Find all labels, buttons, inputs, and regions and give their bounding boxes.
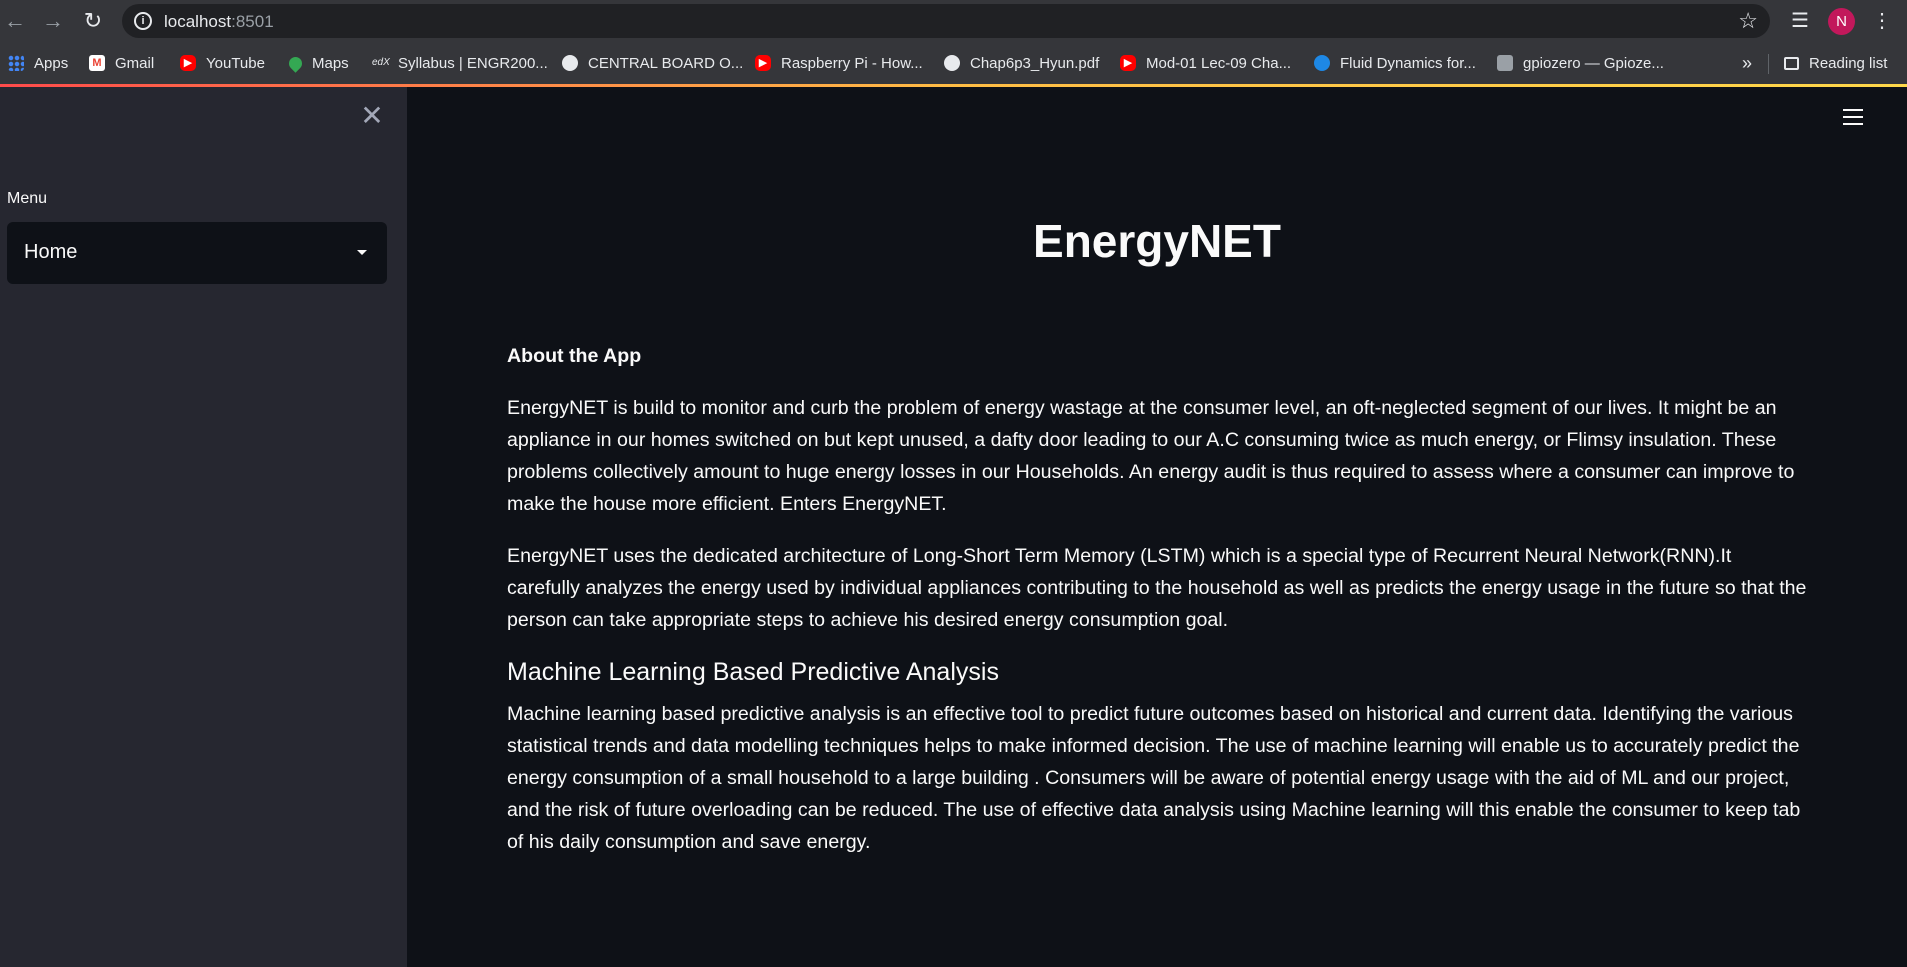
media-queue-icon[interactable]: ☰ [1785,6,1815,36]
bookmark-mod01[interactable]: ▶ Mod-01 Lec-09 Cha... [1120,50,1291,76]
ml-paragraph: Machine learning based predictive analys… [507,703,1801,853]
globe-icon [944,55,960,71]
apps-icon [8,55,24,71]
bookmark-fluid-dynamics[interactable]: Fluid Dynamics for... [1314,50,1476,76]
bookmark-syllabus[interactable]: edX Syllabus | ENGR200... [372,50,548,76]
edx-icon: edX [372,57,390,68]
bookmarks-divider [1768,54,1769,74]
gpiozero-icon [1497,55,1513,71]
hamburger-menu-icon[interactable] [1843,109,1863,125]
menu-label: Menu [7,190,48,207]
browser-menu-icon[interactable]: ⋮ [1868,6,1896,36]
chevron-down-icon [357,250,367,255]
bookmark-chap6p3[interactable]: Chap6p3_Hyun.pdf [944,50,1099,76]
globe-icon [562,55,578,71]
gmail-icon: M [89,55,105,71]
bookmark-raspberry-pi[interactable]: ▶ Raspberry Pi - How... [755,50,923,76]
youtube-icon: ▶ [180,55,196,71]
about-heading: About the App [507,345,642,367]
about-paragraph-2: EnergyNET uses the dedicated architectur… [507,545,1807,631]
menu-select[interactable]: Home [7,222,387,284]
main-content: EnergyNET About the App EnergyNET is bui… [407,87,1907,967]
back-arrow-icon[interactable]: ← [0,6,30,36]
bookmark-central-board[interactable]: CENTRAL BOARD O... [562,50,743,76]
bookmark-apps[interactable]: Apps [8,50,68,76]
sidebar: ✕ Menu Home [0,87,407,967]
address-bar[interactable]: i localhost:8501 ☆ [122,4,1770,38]
profile-avatar[interactable]: N [1828,8,1855,35]
reading-list-icon [1784,56,1799,70]
bookmark-youtube[interactable]: ▶ YouTube [180,50,265,76]
reload-icon[interactable]: ↻ [78,6,108,36]
url-text[interactable]: localhost:8501 [164,12,274,32]
close-sidebar-icon[interactable]: ✕ [358,102,386,130]
ml-heading: Machine Learning Based Predictive Analys… [507,658,999,686]
fluid-icon [1314,55,1330,71]
maps-icon [286,53,305,73]
reading-list-button[interactable]: Reading list [1784,50,1887,76]
about-paragraph-1: EnergyNET is build to monitor and curb t… [507,397,1795,515]
youtube-icon: ▶ [755,55,771,71]
bookmark-maps[interactable]: Maps [286,50,349,76]
bookmarks-overflow-icon[interactable]: » [1742,50,1752,76]
browser-toolbar: ← → ↻ i localhost:8501 ☆ ☰ N ⋮ [0,0,1907,42]
content-body: About the App EnergyNET is build to moni… [507,340,1807,878]
page-title: EnergyNET [1033,215,1281,267]
bookmarks-bar: Apps M Gmail ▶ YouTube Maps edX Syllabus | … [0,42,1907,84]
bookmark-gmail[interactable]: M Gmail [89,50,154,76]
bookmark-star-icon[interactable]: ☆ [1738,8,1758,34]
menu-select-value: Home [24,241,78,263]
bookmark-gpiozero[interactable]: gpiozero — Gpioze... [1497,50,1664,76]
youtube-icon: ▶ [1120,55,1136,71]
site-info-icon[interactable]: i [134,12,152,30]
forward-arrow-icon[interactable]: → [38,6,68,36]
